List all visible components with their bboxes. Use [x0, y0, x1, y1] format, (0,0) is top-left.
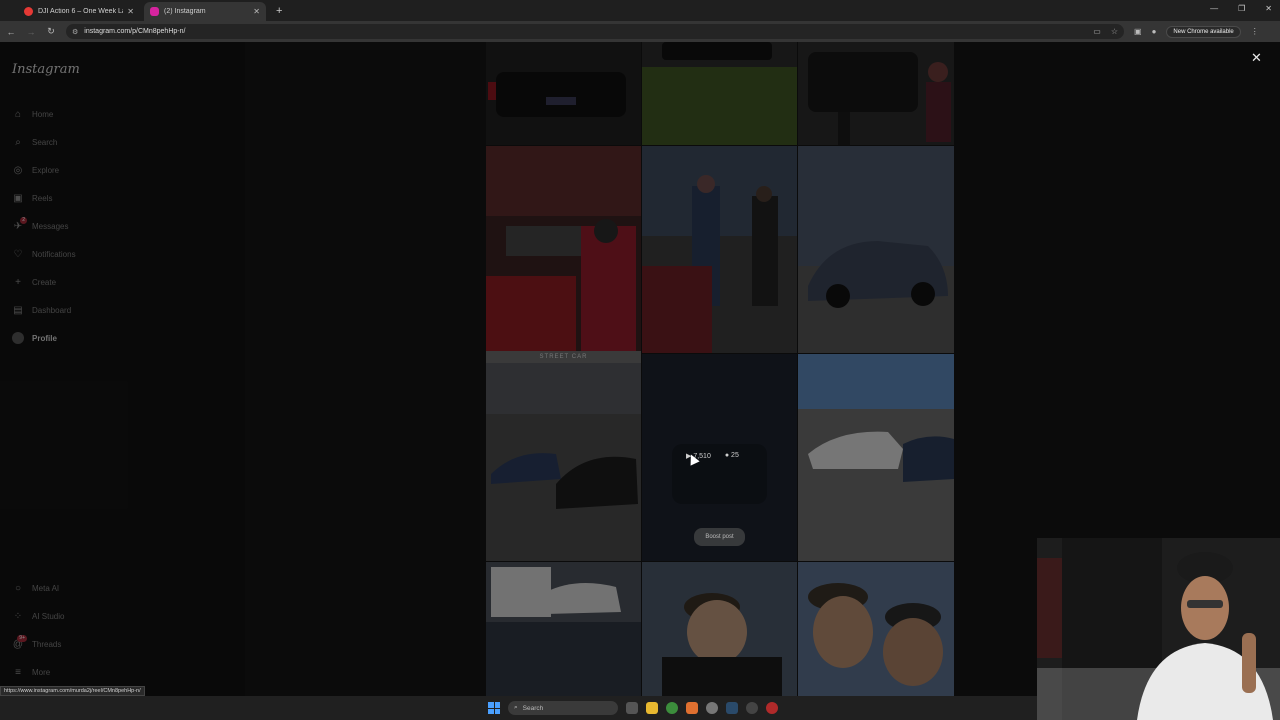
app-dark-icon[interactable]: [746, 702, 758, 714]
streamer-webcam-image: [1037, 538, 1280, 720]
boost-post-button[interactable]: Boost post: [694, 528, 745, 546]
restore-icon[interactable]: ❐: [1238, 4, 1245, 13]
profile-icon[interactable]: ●: [1152, 27, 1157, 36]
close-modal-icon[interactable]: ✕: [1251, 50, 1262, 66]
instagram-favicon-icon: [150, 7, 159, 16]
window-controls: — ❐ ✕: [1210, 4, 1272, 13]
new-tab-button[interactable]: +: [276, 5, 282, 17]
cast-icon[interactable]: ▭: [1093, 27, 1101, 36]
app-orange-icon[interactable]: [686, 702, 698, 714]
tab-dji-action[interactable]: DJI Action 6 – One Week Later ✕: [18, 2, 140, 21]
app-red-icon[interactable]: [766, 702, 778, 714]
street-car-label: STREET CAR: [486, 351, 641, 363]
file-explorer-icon[interactable]: [646, 702, 658, 714]
back-icon[interactable]: ←: [2, 27, 20, 37]
tab-instagram[interactable]: (2) Instagram ✕: [144, 2, 266, 21]
close-tab-icon[interactable]: ✕: [253, 7, 260, 16]
tab-title: DJI Action 6 – One Week Later: [38, 8, 123, 15]
site-info-icon[interactable]: ⚙: [72, 28, 78, 36]
bookmark-star-icon[interactable]: ☆: [1111, 27, 1118, 36]
close-tab-icon[interactable]: ✕: [127, 7, 134, 16]
youtube-favicon-icon: [24, 7, 33, 16]
status-bar-url: https://www.instagram.com/murda2j/reel/C…: [0, 686, 145, 696]
steam-icon[interactable]: [726, 702, 738, 714]
chrome-menu-icon[interactable]: ⋮: [1251, 27, 1259, 36]
browser-toolbar: ← → ↻ ⚙ instagram.com/p/CMn8pehHp-n/ ▭ ☆…: [0, 21, 1280, 42]
app-gray-icon[interactable]: [706, 702, 718, 714]
comments-count: ● 25: [724, 452, 739, 459]
new-chrome-available-button[interactable]: New Chrome available: [1166, 25, 1241, 38]
minimize-icon[interactable]: —: [1210, 4, 1218, 13]
windows-start-icon[interactable]: [488, 702, 500, 714]
url-text[interactable]: instagram.com/p/CMn8pehHp-n/: [84, 28, 1093, 35]
search-icon: ⌕: [514, 704, 518, 711]
reload-icon[interactable]: ↻: [42, 26, 60, 37]
forward-icon[interactable]: →: [22, 27, 40, 37]
address-bar[interactable]: ⚙ instagram.com/p/CMn8pehHp-n/ ▭ ☆: [66, 24, 1124, 39]
windows-taskbar: ⌕ Search: [0, 696, 1037, 720]
chrome-icon[interactable]: [666, 702, 678, 714]
browser-tab-strip: DJI Action 6 – One Week Later ✕ (2) Inst…: [0, 0, 1280, 21]
tab-title: (2) Instagram: [164, 8, 206, 15]
close-window-icon[interactable]: ✕: [1265, 4, 1272, 13]
webcam-overlay: [1037, 538, 1280, 720]
task-view-icon[interactable]: [626, 702, 638, 714]
extensions-icon[interactable]: ▣: [1134, 27, 1142, 36]
taskbar-search[interactable]: ⌕ Search: [508, 701, 618, 715]
